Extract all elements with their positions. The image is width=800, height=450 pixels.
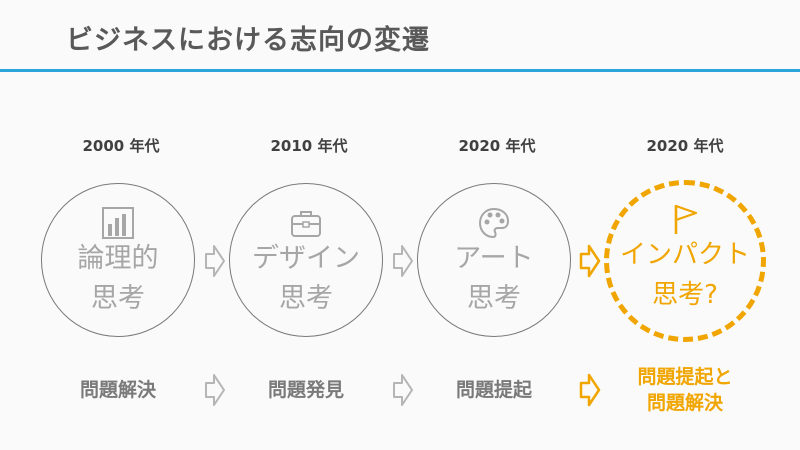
era-label-4: 2020 年代 [646,137,724,155]
arrow-right-icon [205,245,225,277]
stage-line1: アート [454,243,534,274]
result-label-1: 問題解決 [79,379,156,401]
stage-circle-logical: 論理的 思考 [41,183,195,337]
result-line2: 問題解決 [646,392,723,414]
toolbox-icon [291,211,321,237]
stage-line1: デザイン [252,243,360,274]
flag-icon [674,204,698,234]
stage-circle-impact: インパクト 思考? [604,180,766,342]
era-label-1: 2000 年代 [82,137,160,155]
stage-line2: 思考 [279,283,333,314]
stage-circle-art: アート 思考 [417,183,571,337]
era-label-2: 2010 年代 [270,137,348,155]
stage-line2: 思考 [91,283,145,314]
arrow-right-icon [579,244,601,278]
stage-circle-design: デザイン 思考 [229,183,383,337]
result-label-3: 問題提起 [455,379,532,401]
result-label-2: 問題発見 [267,379,344,401]
palette-icon [478,207,510,239]
arrow-right-icon [393,245,413,277]
stage-text-design: デザイン 思考 [230,239,382,319]
page-title: ビジネスにおける志向の変遷 [66,25,430,56]
title-underline [0,69,800,72]
stage-text-impact: インパクト 思考? [609,235,761,315]
result-label-4: 問題提起と 問題解決 [585,364,785,416]
stage-line2: 思考? [652,280,718,310]
stage-text-art: アート 思考 [418,239,570,319]
stage-line2: 思考 [467,283,521,314]
bar-chart-icon [102,207,134,239]
stage-line1: インパクト [619,240,750,270]
era-label-3: 2020 年代 [458,137,536,155]
stage-text-logical: 論理的 思考 [42,239,194,319]
result-line1: 問題提起と [637,366,733,388]
stage-line1: 論理的 [77,243,159,274]
